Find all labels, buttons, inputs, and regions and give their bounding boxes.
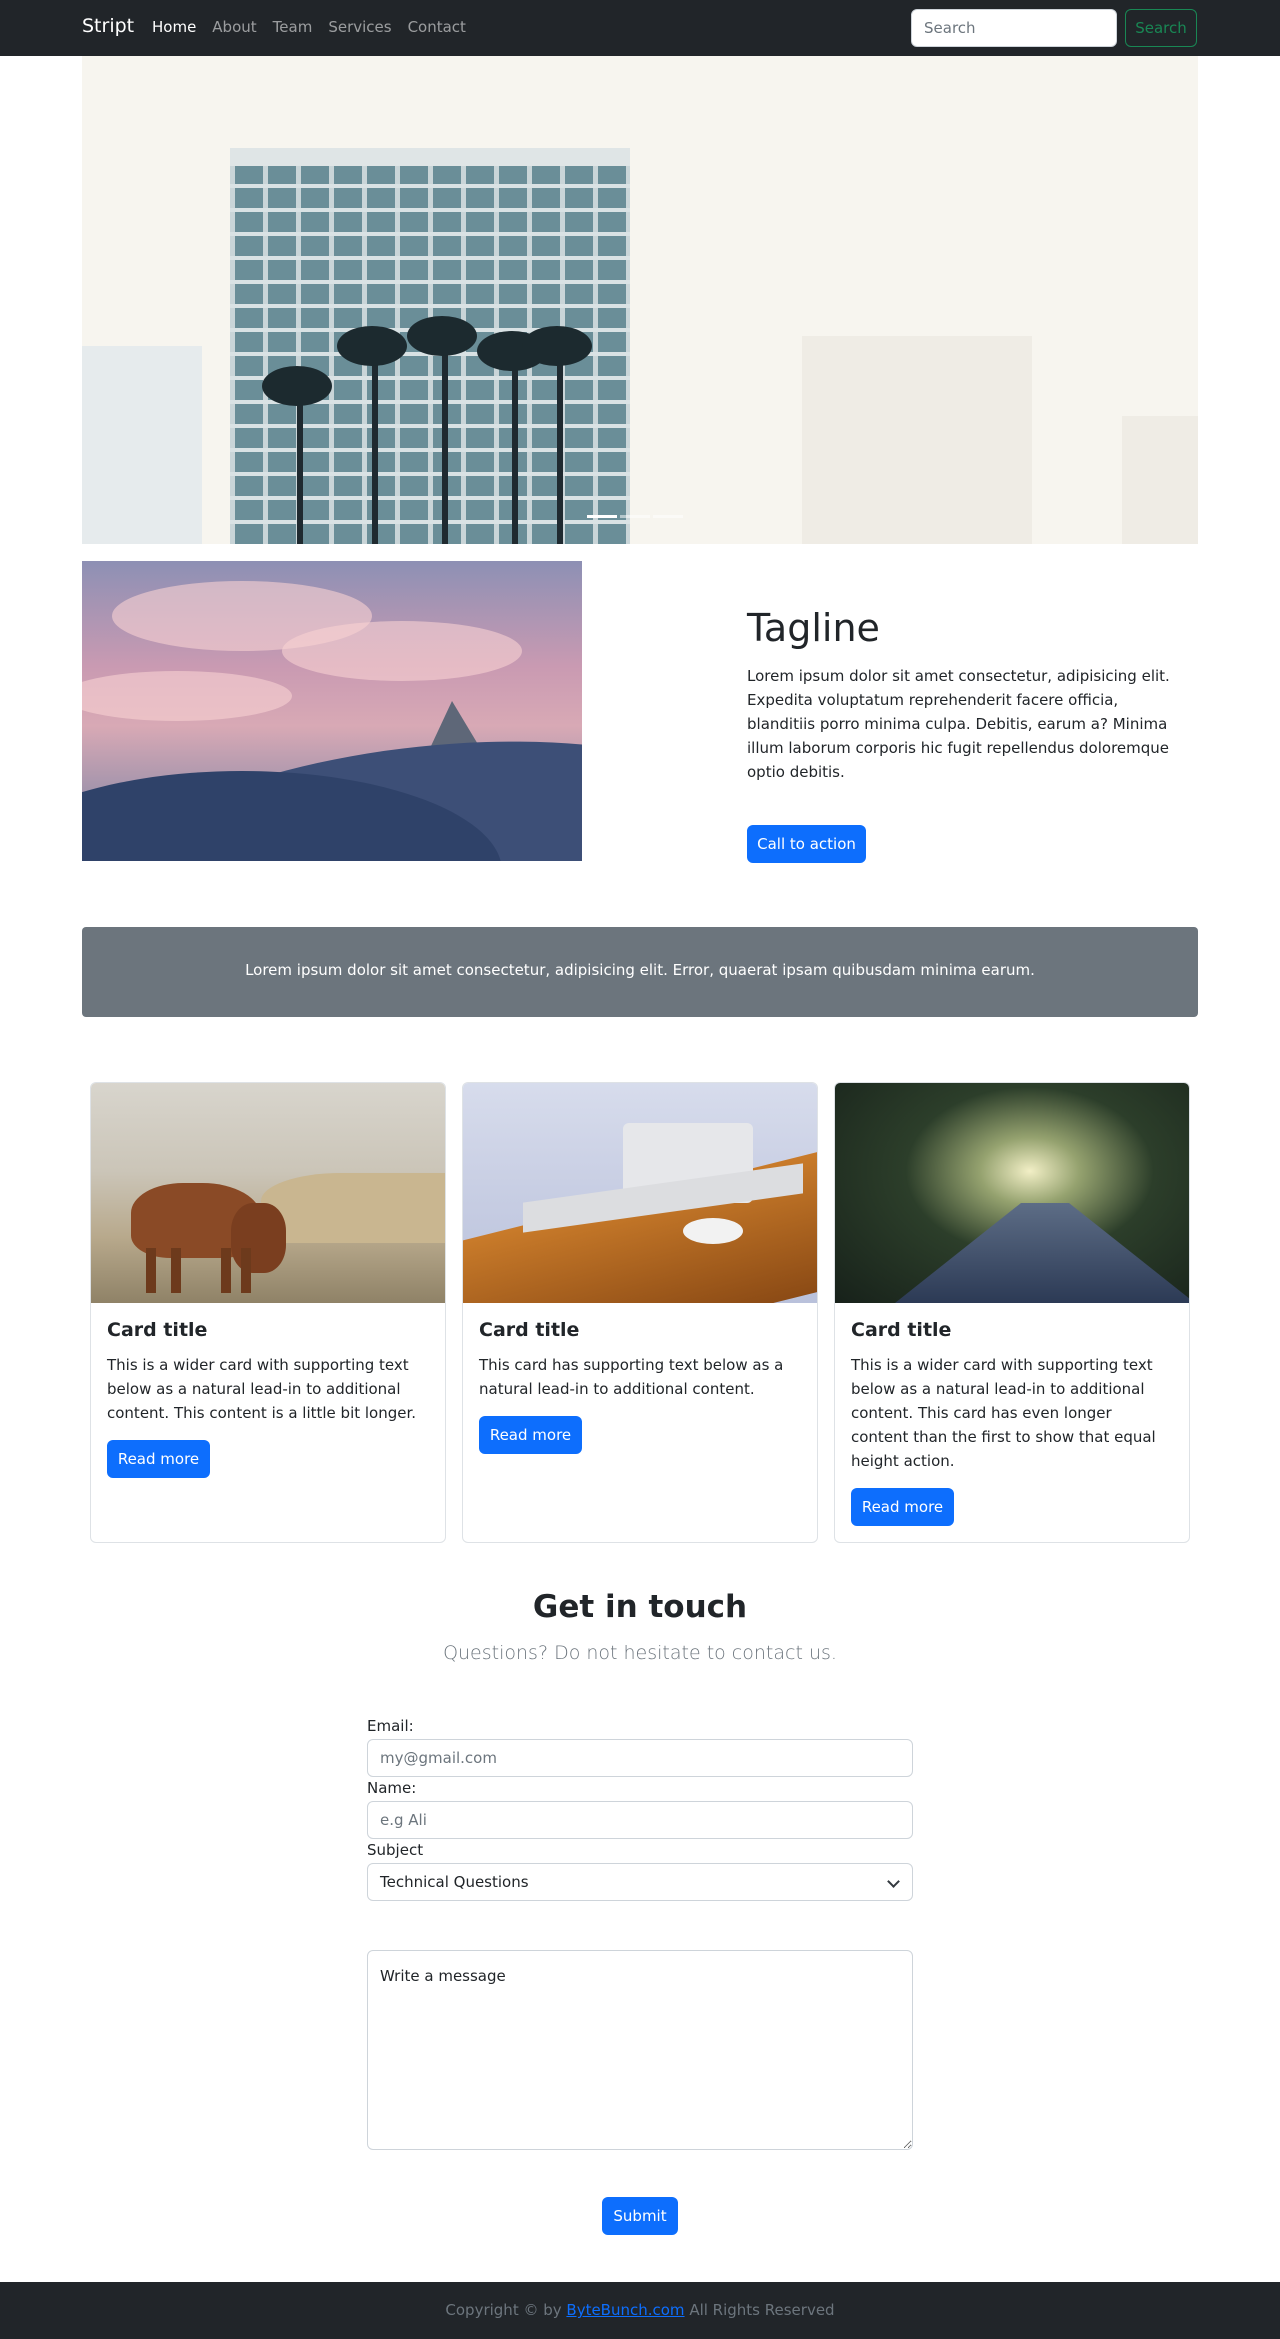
read-more-button[interactable]: Read more: [479, 1416, 582, 1454]
copyright-suffix: All Rights Reserved: [684, 2301, 835, 2319]
subject-selected-value: Technical Questions: [380, 1873, 529, 1891]
search-button[interactable]: Search: [1125, 9, 1197, 47]
feature-mountain-image: [82, 561, 582, 861]
name-field[interactable]: [367, 1801, 913, 1839]
carousel-indicators: [587, 515, 683, 518]
carousel-indicator[interactable]: [620, 515, 650, 518]
carousel-indicator[interactable]: [587, 515, 617, 518]
hero-background-building: [802, 336, 1032, 544]
tagline-heading: Tagline: [747, 606, 880, 650]
card-image-road: [835, 1083, 1189, 1303]
cow-head: [231, 1203, 286, 1273]
copyright-text: Copyright © by ByteBunch.com All Rights …: [0, 2301, 1280, 2319]
palm-trunk: [557, 344, 563, 544]
footer-link[interactable]: ByteBunch.com: [566, 2301, 684, 2319]
navbar: Stript Home About Team Services Contact …: [0, 0, 1280, 56]
card-title: Card title: [107, 1319, 208, 1341]
palm-trunk: [442, 334, 448, 544]
palm-trunk: [297, 384, 303, 544]
card: Card title This card has supporting text…: [462, 1082, 818, 1543]
cow-leg: [221, 1248, 231, 1293]
email-label: Email:: [367, 1717, 414, 1735]
card-text: This is a wider card with supporting tex…: [107, 1356, 417, 1422]
email-field[interactable]: [367, 1739, 913, 1777]
footer: Copyright © by ByteBunch.com All Rights …: [0, 2282, 1280, 2339]
nav-link-services[interactable]: Services: [328, 18, 391, 36]
hero-tower-roof: [230, 148, 630, 166]
nav-link-about[interactable]: About: [212, 18, 256, 36]
card-image-highland-cow: [91, 1083, 445, 1303]
info-banner: Lorem ipsum dolor sit amet consectetur, …: [82, 927, 1198, 1017]
subject-select[interactable]: Technical Questions: [367, 1863, 913, 1901]
cow-leg: [241, 1248, 251, 1293]
copyright-prefix: Copyright © by: [445, 2301, 567, 2319]
hero-background-building: [82, 346, 202, 544]
nav-links: Home About Team Services Contact: [152, 18, 482, 36]
brand-logo[interactable]: Stript: [82, 15, 134, 37]
tagline-text: Lorem ipsum dolor sit amet consectetur, …: [747, 667, 1170, 781]
message-textarea[interactable]: [367, 1950, 913, 2150]
name-label: Name:: [367, 1779, 417, 1797]
card-image-laptop: [463, 1083, 817, 1303]
cow-leg: [146, 1248, 156, 1293]
nav-link-home[interactable]: Home: [152, 18, 196, 36]
call-to-action-button[interactable]: Call to action: [747, 825, 866, 863]
palm-trunk: [372, 344, 378, 544]
cliff: [261, 1173, 445, 1243]
read-more-button[interactable]: Read more: [107, 1440, 210, 1478]
contact-subtitle: Questions? Do not hesitate to contact us…: [443, 1642, 837, 1664]
palm-fronds: [337, 326, 407, 366]
banner-text: Lorem ipsum dolor sit amet consectetur, …: [245, 961, 1035, 979]
hero-carousel[interactable]: [82, 56, 1198, 544]
cloud: [282, 621, 522, 681]
subject-label: Subject: [367, 1841, 424, 1859]
palm-fronds: [522, 326, 592, 366]
chevron-down-icon: [887, 1875, 900, 1888]
palm-fronds: [262, 366, 332, 406]
submit-button[interactable]: Submit: [602, 2197, 678, 2235]
nav-link-team[interactable]: Team: [273, 18, 313, 36]
cow-leg: [171, 1248, 181, 1293]
card-title: Card title: [479, 1319, 580, 1341]
nav-link-contact[interactable]: Contact: [408, 18, 466, 36]
card: Card title This is a wider card with sup…: [834, 1082, 1190, 1543]
mouse: [683, 1218, 743, 1244]
card-title: Card title: [851, 1319, 952, 1341]
road: [895, 1203, 1189, 1303]
hero-background-building: [1122, 416, 1198, 544]
card-text: This is a wider card with supporting tex…: [851, 1356, 1156, 1470]
palm-fronds: [407, 316, 477, 356]
card: Card title This is a wider card with sup…: [90, 1082, 446, 1543]
search-input[interactable]: [911, 9, 1117, 47]
palm-trunk: [512, 349, 518, 544]
card-text: This card has supporting text below as a…: [479, 1356, 784, 1398]
cloud: [82, 671, 292, 721]
contact-title: Get in touch: [532, 1589, 748, 1625]
read-more-button[interactable]: Read more: [851, 1488, 954, 1526]
carousel-indicator[interactable]: [653, 515, 683, 518]
